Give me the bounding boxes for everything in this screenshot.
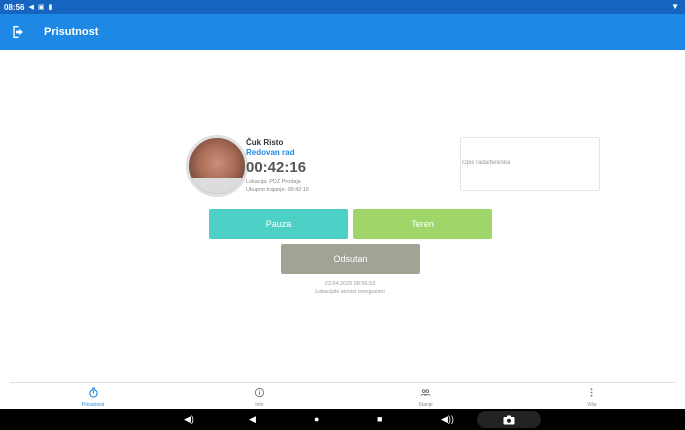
nav-item-info[interactable]: Info xyxy=(176,383,342,410)
logout-icon[interactable] xyxy=(10,24,26,40)
status-icons: ◀ ▣ ▮ xyxy=(28,3,52,11)
note-box[interactable] xyxy=(460,137,600,191)
page-title: Prisutnost xyxy=(44,26,99,38)
battery-icon: ▮ xyxy=(48,4,53,11)
more-vertical-icon xyxy=(590,388,593,397)
nav-item-prisutnost[interactable]: Prisutnost xyxy=(10,383,176,410)
nav-item-vise[interactable]: Više xyxy=(509,383,675,410)
avatar xyxy=(186,135,248,197)
check-in-datetime: 23.04.2025 08:56:53 xyxy=(324,281,376,287)
absent-button[interactable]: Odsutan xyxy=(281,244,420,274)
nav-item-stanje[interactable]: Stanje xyxy=(343,383,509,410)
total-duration-label: Ukupno trajanje: 00:42:16 xyxy=(246,187,309,193)
nav-label: Više xyxy=(587,402,597,408)
work-type: Redovan rad xyxy=(246,148,295,157)
screenshot-button[interactable] xyxy=(477,411,541,428)
camera-icon xyxy=(503,415,515,424)
location-services-status: Lokacijski servisi omogućeni xyxy=(315,289,385,295)
timestamp-block: 23.04.2025 08:56:53 Lokacijski servisi o… xyxy=(260,280,440,296)
field-work-button[interactable]: Teren xyxy=(353,209,492,239)
wifi-icon: ▼ xyxy=(671,2,679,11)
volume-up-icon[interactable]: ◀)) xyxy=(441,414,454,425)
status-time: 08:56 xyxy=(4,2,25,12)
elapsed-timer: 00:42:16 xyxy=(246,159,307,176)
people-icon xyxy=(420,389,431,396)
nav-label: Stanje xyxy=(418,402,433,408)
gallery-icon: ▣ xyxy=(37,4,45,11)
volume-down-icon[interactable]: ◀) xyxy=(184,414,194,425)
profile-info: Čuk Risto Redovan rad 00:42:16 Lokacija:… xyxy=(246,138,309,194)
location-label: Lokacija: PDZ Prodaja xyxy=(246,179,301,185)
stopwatch-icon xyxy=(88,387,98,398)
nav-label: Info xyxy=(255,402,264,408)
back-icon[interactable]: ◀ xyxy=(249,414,256,425)
status-bar: 08:56 ◀ ▣ ▮ ▼ xyxy=(0,0,685,14)
system-navigation-bar: ◀) ◀ ● ■ ◀)) xyxy=(0,409,685,430)
work-description-input[interactable] xyxy=(462,160,592,166)
pause-button[interactable]: Pauza xyxy=(209,209,348,239)
nav-label: Prisutnost xyxy=(82,402,105,408)
info-icon xyxy=(254,387,264,398)
home-icon[interactable]: ● xyxy=(314,414,319,425)
navigation-icon: ◀ xyxy=(28,4,34,11)
bottom-navigation: Prisutnost Info Stanje Više xyxy=(10,382,675,410)
employee-name: Čuk Risto xyxy=(246,138,284,147)
app-bar: Prisutnost xyxy=(0,14,685,50)
recents-icon[interactable]: ■ xyxy=(377,414,382,425)
